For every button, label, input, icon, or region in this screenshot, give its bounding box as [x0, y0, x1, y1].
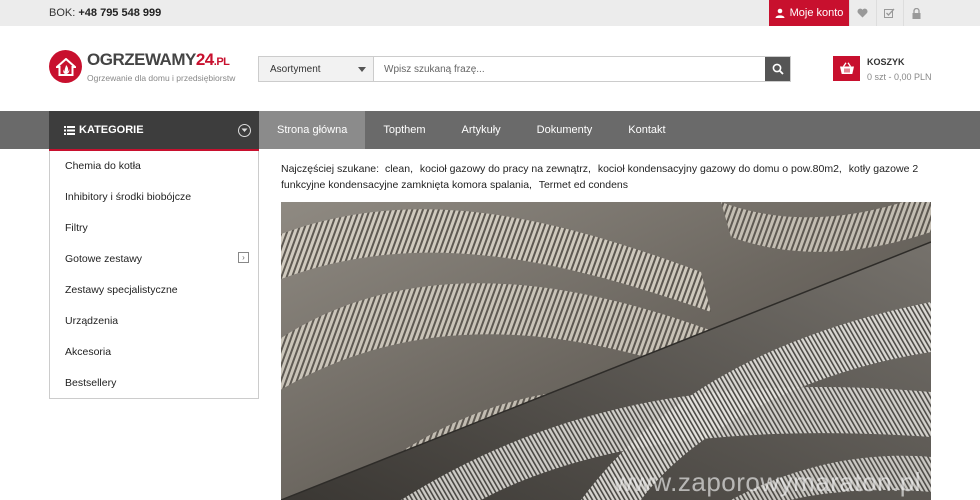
sidebar-item-ready-sets[interactable]: Gotowe zestawy ›	[50, 243, 258, 274]
sidebar-item-label: Filtry	[65, 221, 88, 234]
bok-phone[interactable]: +48 795 548 999	[78, 7, 161, 19]
search-button[interactable]	[765, 57, 790, 81]
popular-search-link[interactable]: clean,	[385, 163, 413, 175]
search-input[interactable]	[374, 57, 765, 81]
sidebar-item-label: Bestsellery	[65, 376, 117, 389]
nav-item-home[interactable]: Strona główna	[259, 111, 366, 149]
user-icon	[775, 8, 785, 18]
category-sidebar: Chemia do kotła Inhibitory i środki biob…	[49, 151, 259, 399]
sidebar-item-inhibitors[interactable]: Inhibitory i środki biobójcze	[50, 181, 258, 212]
cart-summary: 0 szt - 0,00 PLN	[867, 72, 932, 82]
search-bar: Asortyment	[258, 56, 791, 82]
sidebar-item-label: Zestawy specjalistyczne	[65, 283, 178, 296]
top-bar: BOK: +48 795 548 999 Moje konto	[0, 0, 980, 26]
nav-item-articles[interactable]: Artykuły	[444, 111, 519, 149]
chevron-right-icon[interactable]: ›	[238, 252, 249, 263]
site-logo[interactable]: OGRZEWAMY24.PL Ogrzewanie dla domu i prz…	[49, 50, 235, 83]
logo-name: OGRZEWAMY24.PL	[87, 50, 230, 69]
sidebar-item-bestsellers[interactable]: Bestsellery	[50, 367, 258, 398]
search-category-select[interactable]: Asortyment	[259, 57, 374, 81]
login-button[interactable]	[903, 0, 929, 26]
sidebar-item-accessories[interactable]: Akcesoria	[50, 336, 258, 367]
house-flame-icon	[49, 50, 82, 83]
search-icon	[772, 63, 784, 75]
basket-icon	[833, 56, 860, 81]
checkbox-icon	[884, 8, 895, 18]
sidebar-item-specialist-sets[interactable]: Zestawy specjalistyczne	[50, 274, 258, 305]
logo-tagline: Ogrzewanie dla domu i przedsiębiorstw	[87, 73, 236, 83]
sidebar-item-label: Inhibitory i środki biobójcze	[65, 190, 192, 203]
popular-search-link[interactable]: kocioł kondensacyjny gazowy do domu o po…	[598, 163, 842, 175]
nav-item-contact[interactable]: Kontakt	[610, 111, 683, 149]
popular-searches: Najczęściej szukane: clean, kocioł gazow…	[281, 161, 921, 193]
sidebar-item-label: Gotowe zestawy	[65, 252, 143, 265]
nav-item-documents[interactable]: Dokumenty	[519, 111, 611, 149]
chevron-down-circle-icon	[238, 124, 251, 137]
customer-service-info: BOK: +48 795 548 999	[49, 7, 161, 19]
nav-item-topthem[interactable]: Topthem	[365, 111, 443, 149]
nav-links: Strona główna Topthem Artykuły Dokumenty…	[259, 111, 684, 149]
sidebar-item-boiler-chemicals[interactable]: Chemia do kotła	[50, 151, 258, 181]
categories-toggle[interactable]: KATEGORIE	[49, 111, 259, 151]
categories-label: KATEGORIE	[79, 124, 144, 136]
corrugated-pipes-image	[281, 202, 931, 500]
wishlist-button[interactable]	[849, 0, 875, 26]
cart-title: KOSZYK	[867, 57, 905, 67]
popular-search-link[interactable]: Termet ed condens	[539, 179, 628, 191]
sidebar-item-label: Chemia do kotła	[65, 160, 141, 172]
sidebar-item-label: Akcesoria	[65, 345, 112, 358]
sidebar-item-filters[interactable]: Filtry	[50, 212, 258, 243]
lock-icon	[912, 7, 921, 19]
compare-button[interactable]	[876, 0, 902, 26]
hero-banner-image[interactable]: www.zaporowymaraton.pl	[281, 202, 931, 500]
header: OGRZEWAMY24.PL Ogrzewanie dla domu i prz…	[0, 26, 980, 111]
search-category-value: Asortyment	[270, 64, 321, 75]
sidebar-item-devices[interactable]: Urządzenia	[50, 305, 258, 336]
bok-label: BOK:	[49, 7, 76, 19]
popular-searches-label: Najczęściej szukane:	[281, 163, 380, 175]
watermark-text: www.zaporowymaraton.pl	[613, 467, 921, 497]
caret-down-icon	[358, 67, 366, 72]
heart-icon	[857, 8, 868, 18]
sidebar-item-label: Urządzenia	[65, 314, 119, 327]
cart[interactable]: KOSZYK 0 szt - 0,00 PLN	[833, 56, 932, 82]
list-icon	[64, 125, 75, 135]
main-navigation: KATEGORIE Strona główna Topthem Artykuły…	[0, 111, 980, 151]
popular-search-link[interactable]: kocioł gazowy do pracy na zewnątrz,	[420, 163, 591, 175]
my-account-label: Moje konto	[789, 7, 844, 19]
my-account-button[interactable]: Moje konto	[769, 0, 849, 26]
